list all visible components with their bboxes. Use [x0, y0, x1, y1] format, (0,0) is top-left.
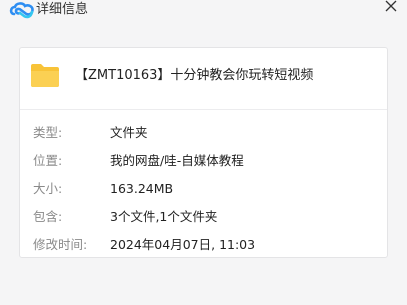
- type-label: 类型:: [33, 125, 63, 140]
- baidu-netdisk-logo-icon: [9, 2, 34, 19]
- file-header: 【ZMT10163】十分钟教会你玩转短视频: [20, 48, 387, 110]
- size-value: 163.24MB: [110, 181, 174, 196]
- window-title: 详细信息: [36, 2, 89, 17]
- contains-label: 包含:: [33, 209, 63, 224]
- location-label: 位置:: [33, 153, 63, 168]
- contains-value: 3个文件,1个文件夹: [110, 209, 218, 224]
- title-bar: 详细信息: [0, 0, 407, 26]
- modified-time-value: 2024年04月07日, 11:03: [110, 237, 256, 252]
- size-label: 大小:: [33, 181, 63, 196]
- details-card: 【ZMT10163】十分钟教会你玩转短视频 类型: 文件夹 位置: 我的网盘/哇…: [19, 47, 388, 258]
- location-value: 我的网盘/哇-自媒体教程: [110, 153, 244, 168]
- file-name: 【ZMT10163】十分钟教会你玩转短视频: [75, 68, 314, 83]
- modified-time-label: 修改时间:: [33, 237, 88, 252]
- folder-icon: [31, 64, 59, 87]
- type-value: 文件夹: [110, 125, 148, 140]
- close-icon[interactable]: [383, 0, 399, 14]
